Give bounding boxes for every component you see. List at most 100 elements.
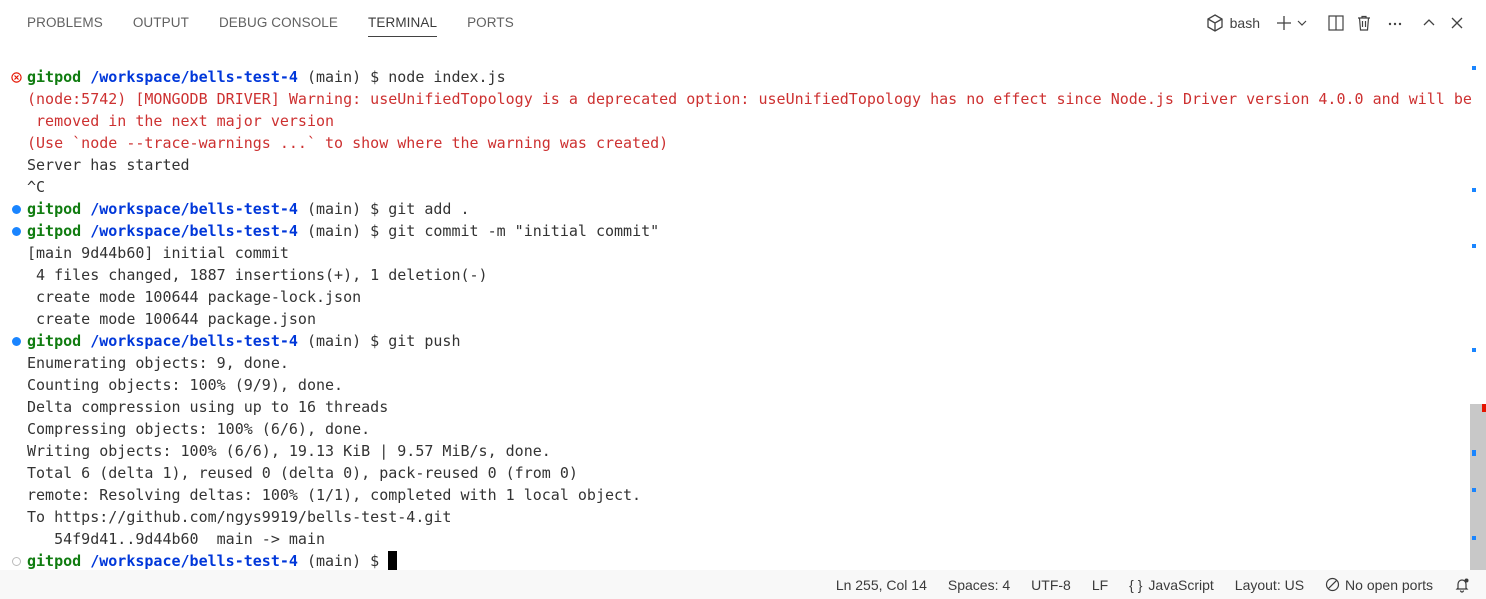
terminal-output-line: Compressing objects: 100% (6/6), done. [0,418,1470,440]
terminal-selector[interactable]: bash [1206,11,1260,35]
status-bar: Ln 255, Col 14 Spaces: 4 UTF-8 LF { } Ja… [0,570,1486,599]
maximize-panel-button[interactable] [1412,11,1446,35]
scroll-marker [1472,66,1476,70]
terminal-output-line: create mode 100644 package.json [0,308,1470,330]
output-text: Enumerating objects: 9, done. [27,354,289,372]
language-mode[interactable]: { } JavaScript [1129,577,1214,593]
prompt-command: (main) $ git commit -m "initial commit" [297,222,660,240]
terminal-output-line: Delta compression using up to 16 threads [0,396,1470,418]
scroll-marker [1472,348,1476,352]
terminal-output-line: 4 files changed, 1887 insertions(+), 1 d… [0,264,1470,286]
scroll-marker [1472,488,1476,492]
tab-terminal[interactable]: TERMINAL [368,0,438,37]
prompt-user: gitpod [27,222,82,240]
plus-icon [1277,16,1291,30]
terminal-prompt-line: gitpod /workspace/bells-test-4 (main) $ [0,550,1470,572]
command-success-icon[interactable] [10,198,22,220]
tab-ports[interactable]: PORTS [467,0,514,46]
terminal-output-line: Writing objects: 100% (6/6), 19.13 KiB |… [0,440,1470,462]
output-text: Compressing objects: 100% (6/6), done. [27,420,371,438]
tab-debug-console[interactable]: DEBUG CONSOLE [219,0,338,46]
braces-icon: { } [1129,576,1143,593]
scroll-marker [1472,450,1476,456]
prompt-path: /workspace/bells-test-4 [90,68,298,86]
output-text: Delta compression using up to 16 threads [27,398,389,416]
prompt-user: gitpod [27,332,82,350]
prompt-path: /workspace/bells-test-4 [90,222,298,240]
prompt-command: (main) $ node index.js [297,68,506,86]
prompt-command: (main) $ git push [297,332,461,350]
command-success-icon[interactable] [10,220,22,242]
more-actions-button[interactable] [1378,11,1412,35]
tab-problems[interactable]: PROBLEMS [27,0,103,46]
output-text: Server has started [27,156,190,174]
cursor-position[interactable]: Ln 255, Col 14 [836,577,927,593]
keyboard-layout[interactable]: Layout: US [1235,577,1304,593]
output-text: removed in the next major version [27,112,335,130]
terminal-output[interactable]: gitpod /workspace/bells-test-4 (main) $ … [0,66,1472,572]
terminal-output-line: Server has started [0,154,1470,176]
terminal-name: bash [1229,15,1260,31]
encoding[interactable]: UTF-8 [1031,577,1071,593]
terminal-icon [1206,14,1223,32]
output-text: ^C [27,178,46,196]
panel-actions: bash [1206,10,1468,36]
scroll-error-marker [1482,404,1486,412]
output-text: [main 9d44b60] initial commit [27,244,289,262]
scroll-thumb[interactable] [1470,404,1486,570]
output-text: Counting objects: 100% (9/9), done. [27,376,344,394]
no-ports-icon [1325,577,1340,592]
command-success-icon[interactable] [10,330,22,352]
prompt-user: gitpod [27,68,82,86]
split-icon [1328,15,1344,31]
indentation[interactable]: Spaces: 4 [948,577,1010,593]
prompt-command: (main) $ git add . [297,200,470,218]
tab-output[interactable]: OUTPUT [133,0,189,46]
bell-icon [1455,578,1469,593]
close-panel-button[interactable] [1446,11,1468,35]
panel-tabs: PROBLEMS OUTPUT DEBUG CONSOLE TERMINAL PORTS [27,0,544,46]
terminal-dropdown-button[interactable] [1294,11,1310,35]
output-text: To https://github.com/ngys9919/bells-tes… [27,508,452,526]
terminal-output-line: ^C [0,176,1470,198]
command-error-icon[interactable] [10,66,22,88]
terminal-cursor [388,550,398,570]
terminal-output-line: 54f9d41..9d44b60 main -> main [0,528,1470,550]
output-text: remote: Resolving deltas: 100% (1/1), co… [27,486,642,504]
split-terminal-button[interactable] [1322,11,1350,35]
prompt-path: /workspace/bells-test-4 [90,332,298,350]
terminal-output-line: Enumerating objects: 9, done. [0,352,1470,374]
output-text: create mode 100644 package-lock.json [27,288,362,306]
terminal-output-line: remote: Resolving deltas: 100% (1/1), co… [0,484,1470,506]
new-terminal-button[interactable] [1274,11,1294,35]
trash-icon [1358,15,1370,31]
terminal-prompt-line: gitpod /workspace/bells-test-4 (main) $ … [0,220,1470,242]
close-icon [1451,17,1463,29]
scroll-marker [1472,188,1476,192]
ports-status[interactable]: No open ports [1325,577,1433,593]
terminal-output-line: create mode 100644 package-lock.json [0,286,1470,308]
more-icon [1388,22,1402,26]
prompt-user: gitpod [27,552,82,570]
prompt-user: gitpod [27,200,82,218]
output-text: (Use `node --trace-warnings ...` to show… [27,134,669,152]
output-text: 4 files changed, 1887 insertions(+), 1 d… [27,266,488,284]
scroll-marker [1472,244,1476,248]
terminal-output-line: (node:5742) [MONGODB DRIVER] Warning: us… [0,88,1472,110]
terminal-output-line: [main 9d44b60] initial commit [0,242,1470,264]
notifications-button[interactable] [1454,577,1470,593]
output-text: create mode 100644 package.json [27,310,316,328]
terminal-scrollbar[interactable] [1470,66,1486,570]
command-default-icon[interactable] [10,550,22,572]
output-text: (node:5742) [MONGODB DRIVER] Warning: us… [27,90,1472,108]
kill-terminal-button[interactable] [1350,11,1378,35]
chevron-down-icon [1297,20,1307,26]
terminal-prompt-line: gitpod /workspace/bells-test-4 (main) $ … [0,66,1470,88]
terminal-prompt-line: gitpod /workspace/bells-test-4 (main) $ … [0,198,1470,220]
prompt-path: /workspace/bells-test-4 [90,552,298,570]
output-text: 54f9d41..9d44b60 main -> main [27,530,326,548]
terminal-output-line: Total 6 (delta 1), reused 0 (delta 0), p… [0,462,1470,484]
terminal-output-line: (Use `node --trace-warnings ...` to show… [0,132,1470,154]
end-of-line[interactable]: LF [1092,577,1108,593]
ports-label: No open ports [1345,576,1433,593]
